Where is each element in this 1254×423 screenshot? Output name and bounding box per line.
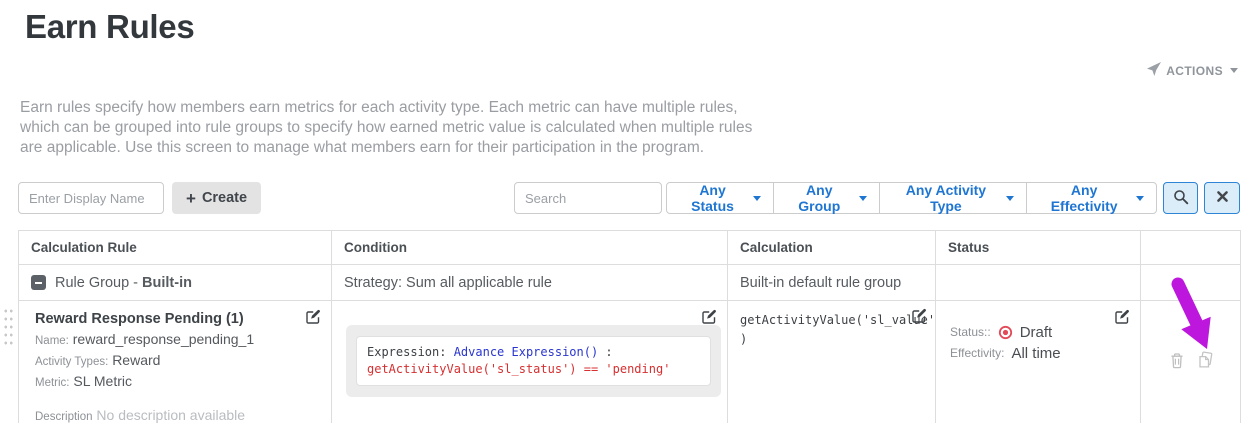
- expression-condition: getActivityValue('sl_status') == 'pendin…: [367, 361, 700, 378]
- description-label: Description: [35, 411, 93, 423]
- expression-separator: :: [598, 345, 612, 359]
- effectivity-label: Effectivity:: [950, 344, 1004, 363]
- expression-line-1: Expression: Advance Expression() :: [367, 344, 700, 361]
- rule-activity-line: Activity Types: Reward: [35, 351, 317, 372]
- rule-title: Reward Response Pending (1): [35, 311, 317, 327]
- rule-name-line: Name: reward_response_pending_1: [35, 330, 317, 351]
- chevron-down-icon: [1136, 196, 1144, 201]
- column-header-actions: [1141, 231, 1241, 265]
- metric-value: SL Metric: [73, 373, 132, 389]
- plus-icon: +: [186, 190, 196, 207]
- filter-any-group[interactable]: Any Group: [773, 182, 880, 214]
- calculation-rule-cell: Reward Response Pending (1) Name: reward…: [19, 301, 332, 423]
- chevron-down-icon: [1230, 68, 1238, 73]
- close-icon: [1216, 190, 1229, 206]
- filter-any-status[interactable]: Any Status: [666, 182, 774, 214]
- toolbar-filters: Any Status Any Group Any Activity Type A…: [514, 182, 1240, 214]
- rule-group-name: Built-in: [142, 275, 192, 291]
- page-description: Earn rules specify how members earn metr…: [20, 98, 752, 158]
- edit-condition-icon[interactable]: [701, 309, 717, 330]
- expression-function: Advance Expression(): [454, 345, 599, 359]
- edit-calculation-icon[interactable]: [911, 308, 927, 330]
- description-line: Earn rules specify how members earn metr…: [20, 98, 752, 118]
- search-submit-button[interactable]: [1163, 182, 1199, 214]
- status-label: Status::: [950, 323, 991, 342]
- create-button-label: Create: [202, 190, 247, 206]
- group-status-empty: [936, 265, 1141, 301]
- group-calculation: Built-in default rule group: [728, 265, 936, 301]
- filter-label: Any Group: [786, 182, 852, 214]
- rule-group-label: Rule Group - Built-in: [55, 275, 192, 291]
- actions-menu-label: ACTIONS: [1166, 64, 1223, 78]
- description-value: No description available: [96, 407, 245, 423]
- search-icon: [1173, 189, 1189, 208]
- name-value: reward_response_pending_1: [73, 331, 254, 347]
- rule-description-line: Description No description available: [35, 406, 317, 423]
- effectivity-value: All time: [1011, 344, 1060, 363]
- filter-any-effectivity[interactable]: Any Effectivity: [1026, 182, 1157, 214]
- column-header-calculation: Calculation: [728, 231, 936, 265]
- drag-handle[interactable]: [3, 307, 15, 345]
- condition-cell: Expression: Advance Expression() : getAc…: [332, 301, 728, 423]
- display-name-input[interactable]: [18, 182, 164, 214]
- row-actions-cell: [1141, 301, 1241, 423]
- filter-label: Any Effectivity: [1039, 182, 1129, 214]
- chevron-down-icon: [859, 196, 867, 201]
- actions-menu-button[interactable]: ACTIONS: [1147, 62, 1238, 79]
- name-label: Name:: [35, 335, 69, 347]
- column-header-status: Status: [936, 231, 1141, 265]
- status-line: Status:: Draft: [950, 323, 1128, 342]
- calculation-code-line: getActivityValue('sl_value': [740, 311, 909, 330]
- column-header-calculation-rule: Calculation Rule: [19, 231, 332, 265]
- rule-metric-line: Metric: SL Metric: [35, 372, 317, 393]
- filter-any-activity-type[interactable]: Any Activity Type: [879, 182, 1027, 214]
- effectivity-line: Effectivity: All time: [950, 344, 1128, 363]
- filter-label: Any Status: [679, 182, 746, 214]
- earn-rules-table: Calculation Rule Condition Calculation S…: [18, 230, 1241, 423]
- edit-status-icon[interactable]: [1114, 309, 1130, 330]
- chevron-down-icon: [753, 196, 761, 201]
- expression-label: Expression:: [367, 345, 454, 359]
- status-value: Draft: [1020, 323, 1053, 342]
- calculation-cell: getActivityValue('sl_value' ): [728, 301, 936, 423]
- toolbar: + Create Any Status Any Group Any Activi…: [18, 182, 1240, 214]
- page-title: Earn Rules: [25, 8, 194, 46]
- collapse-group-icon[interactable]: [31, 275, 46, 290]
- earn-rules-page: Earn Rules ACTIONS Earn rules specify ho…: [0, 0, 1254, 423]
- search-input[interactable]: [514, 182, 662, 214]
- group-actions-empty: [1141, 265, 1241, 301]
- calculation-code-line: ): [740, 330, 909, 349]
- column-header-condition: Condition: [332, 231, 728, 265]
- rule-group-row: Rule Group - Built-in Strategy: Sum all …: [19, 265, 1241, 301]
- expression-box: Expression: Advance Expression() : getAc…: [346, 325, 721, 397]
- earn-rule-row: Reward Response Pending (1) Name: reward…: [19, 301, 1241, 423]
- duplicate-rule-icon[interactable]: [1195, 350, 1216, 376]
- activity-types-value: Reward: [112, 352, 160, 368]
- expression-code: Expression: Advance Expression() : getAc…: [356, 336, 711, 386]
- record-status-icon: [998, 325, 1013, 340]
- create-button[interactable]: + Create: [172, 182, 261, 214]
- metric-label: Metric:: [35, 377, 70, 389]
- description-line: which can be grouped into rule groups to…: [20, 118, 752, 138]
- filter-label: Any Activity Type: [892, 182, 999, 214]
- rule-group-label-prefix: Rule Group -: [55, 275, 142, 291]
- edit-rule-icon[interactable]: [305, 309, 321, 330]
- status-cell: Status:: Draft Effectivity: All time: [936, 301, 1141, 423]
- group-strategy: Strategy: Sum all applicable rule: [332, 265, 728, 301]
- table-header-row: Calculation Rule Condition Calculation S…: [19, 231, 1241, 265]
- description-line: are applicable. Use this screen to manag…: [20, 138, 752, 158]
- clear-filters-button[interactable]: [1204, 182, 1240, 214]
- paper-plane-icon: [1147, 62, 1161, 79]
- delete-rule-icon[interactable]: [1169, 352, 1185, 374]
- activity-types-label: Activity Types:: [35, 356, 108, 368]
- chevron-down-icon: [1006, 196, 1014, 201]
